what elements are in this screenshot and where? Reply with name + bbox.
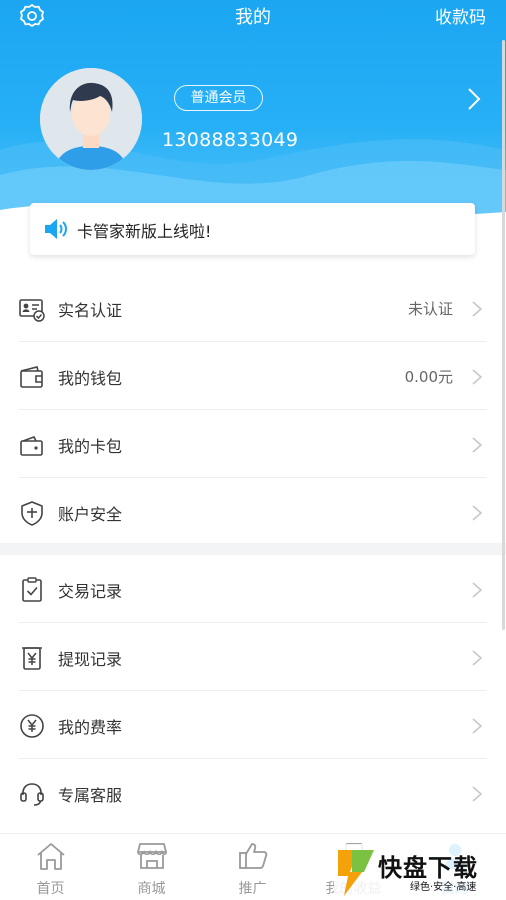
tab-promote[interactable]: 推广 — [202, 834, 303, 900]
menu-item-label: 实名认证 — [58, 301, 123, 320]
top-bar: 我的 收款码 — [0, 0, 506, 30]
menu-item-wallet[interactable]: 我的钱包 0.00元 — [0, 342, 506, 410]
account-menu: 实名认证 未认证 我的钱包 0.00元 我的卡包 账户安全 — [0, 274, 506, 546]
menu-item-label: 交易记录 — [58, 582, 123, 601]
tab-store[interactable]: 商城 — [101, 834, 202, 900]
yen-document-icon — [22, 647, 42, 670]
chevron-right-icon — [472, 786, 483, 802]
records-menu: 交易记录 提现记录 我的费率 专属客服 — [0, 555, 506, 827]
menu-item-account-security[interactable]: 账户安全 — [0, 478, 506, 546]
menu-item-label: 我的费率 — [58, 718, 123, 737]
announcement-card[interactable]: 卡管家新版上线啦! — [30, 203, 475, 255]
page-title: 我的 — [235, 7, 271, 28]
headset-icon — [20, 783, 44, 806]
chevron-right-icon — [472, 301, 483, 317]
menu-item-rates[interactable]: 我的费率 — [0, 691, 506, 759]
menu-item-withdrawals[interactable]: 提现记录 — [0, 623, 506, 691]
avatar[interactable] — [40, 68, 142, 170]
payment-qr-link[interactable]: 收款码 — [435, 3, 486, 28]
speaker-icon — [45, 219, 67, 239]
chevron-right-icon — [472, 437, 483, 453]
tab-label: 推广 — [238, 881, 267, 897]
verification-status: 未认证 — [407, 300, 453, 318]
tab-label: 商城 — [137, 881, 166, 897]
chevron-right-icon — [472, 369, 483, 385]
wallet-icon — [20, 366, 43, 388]
chevron-right-icon[interactable] — [466, 86, 482, 112]
watermark-subtitle: 绿色·安全·高速 — [410, 882, 477, 893]
announcement-text: 卡管家新版上线啦! — [77, 222, 212, 241]
wallet-balance: 0.00元 — [404, 368, 453, 386]
thumbs-up-icon — [239, 843, 268, 869]
menu-item-label: 提现记录 — [58, 650, 123, 669]
card-bag-icon — [20, 436, 43, 456]
phone-number: 13088833049 — [162, 129, 299, 151]
id-card-icon — [19, 299, 45, 322]
menu-item-label: 我的卡包 — [58, 437, 123, 456]
menu-item-transactions[interactable]: 交易记录 — [0, 555, 506, 623]
tab-home[interactable]: 首页 — [0, 834, 101, 900]
avatar-person-icon — [40, 68, 142, 170]
menu-item-label: 我的钱包 — [58, 369, 123, 388]
menu-item-label: 账户安全 — [58, 505, 123, 524]
member-level-badge: 普通会员 — [174, 85, 263, 111]
chevron-right-icon — [472, 505, 483, 521]
tab-label: 首页 — [36, 881, 65, 897]
home-icon — [37, 843, 65, 870]
menu-item-card-bag[interactable]: 我的卡包 — [0, 410, 506, 478]
yen-circle-icon — [20, 714, 44, 738]
menu-item-verification[interactable]: 实名认证 未认证 — [0, 274, 506, 342]
chevron-right-icon — [472, 582, 483, 598]
store-icon — [137, 843, 167, 869]
shield-icon — [21, 501, 43, 526]
menu-item-label: 专属客服 — [58, 786, 123, 805]
menu-item-customer-service[interactable]: 专属客服 — [0, 759, 506, 827]
section-gap — [0, 543, 506, 555]
chevron-right-icon — [472, 718, 483, 734]
clipboard-check-icon — [22, 577, 42, 602]
chevron-right-icon — [472, 650, 483, 666]
scrollbar[interactable] — [502, 40, 505, 630]
profile-header: 我的 收款码 普通会员 13088833049 — [0, 0, 506, 232]
